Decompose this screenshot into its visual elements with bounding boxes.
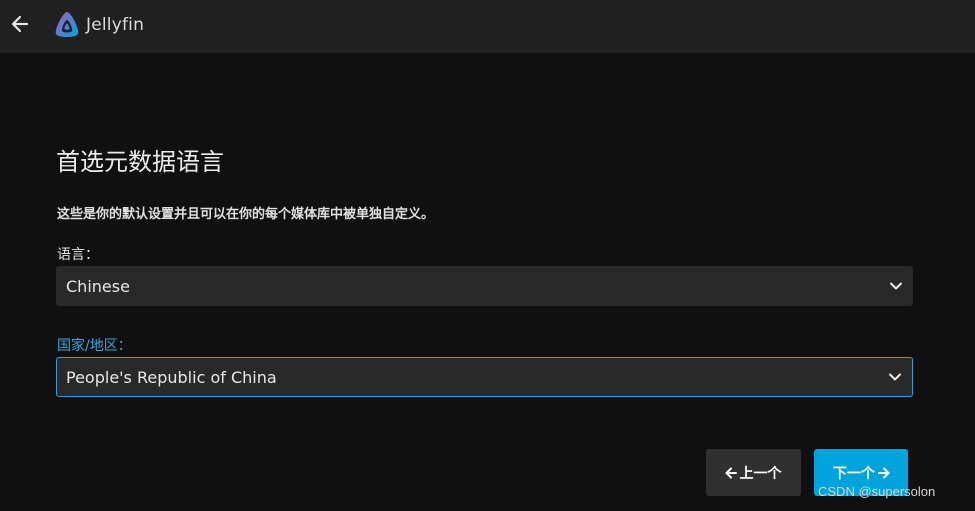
jellyfin-logo[interactable]: Jellyfin xyxy=(52,10,144,40)
chevron-down-icon xyxy=(889,373,901,381)
language-select-value: Chinese xyxy=(66,276,130,296)
arrow-right-icon xyxy=(878,467,890,478)
arrow-left-icon xyxy=(11,15,29,33)
country-select-value: People's Republic of China xyxy=(66,367,277,387)
chevron-down-icon xyxy=(890,282,902,290)
country-label: 国家/地区： xyxy=(57,338,132,354)
app-name: Jellyfin xyxy=(86,15,145,35)
jellyfin-logo-icon xyxy=(55,12,79,37)
watermark: CSDN @supersolon xyxy=(818,484,936,499)
arrow-left-icon xyxy=(725,467,737,478)
previous-button[interactable]: 上一个 xyxy=(706,449,801,496)
next-button-label: 下一个 xyxy=(833,465,875,482)
language-select[interactable]: Chinese xyxy=(56,266,913,306)
language-label: 语言： xyxy=(57,247,99,263)
back-button[interactable] xyxy=(6,10,34,38)
previous-button-label: 上一个 xyxy=(739,465,782,482)
page-description: 这些是你的默认设置并且可以在你的每个媒体库中被单独自定义。 xyxy=(57,207,435,222)
country-select[interactable]: People's Republic of China xyxy=(56,357,913,397)
header-bar: Jellyfin xyxy=(0,0,975,53)
page-title: 首选元数据语言 xyxy=(56,148,224,176)
